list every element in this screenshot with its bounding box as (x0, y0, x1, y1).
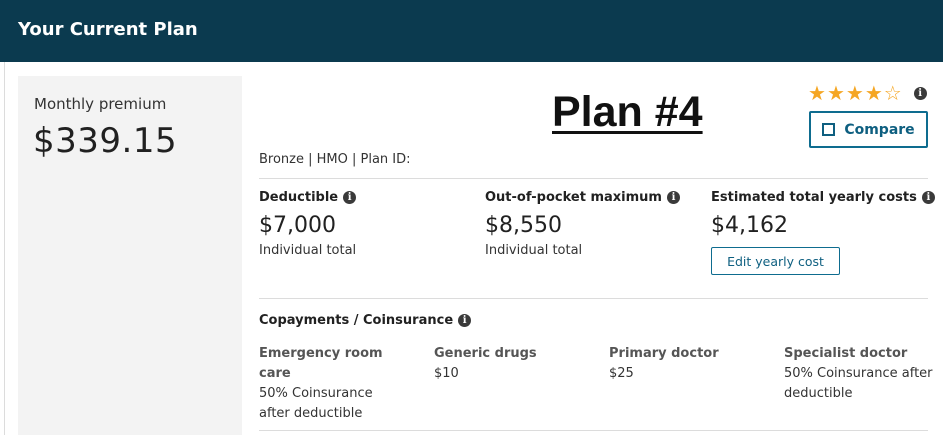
copay-value: 50% Coinsurance after deductible (259, 386, 373, 421)
copay-value: 50% Coinsurance after deductible (784, 366, 933, 401)
oop-max-value: $8,550 (485, 213, 562, 238)
plan-name[interactable]: Plan #4 (552, 88, 703, 137)
deductible-sub: Individual total (259, 243, 357, 258)
copay-heading: Copayments / Coinsurance i (259, 313, 472, 328)
yearly-cost-info-icon[interactable]: i (921, 191, 935, 204)
compare-button[interactable]: Compare (809, 111, 928, 148)
rating-info-icon[interactable]: i (913, 86, 927, 100)
star-filled-icon: ★ (864, 81, 883, 105)
copay-title: Primary doctor (609, 346, 719, 361)
divider (259, 430, 928, 431)
copay-item-generic-drugs: Generic drugs $10 (434, 344, 584, 384)
page-title: Your Current Plan (18, 19, 198, 40)
copay-item-primary-doctor: Primary doctor $25 (609, 344, 759, 384)
copay-item-specialist-doctor: Specialist doctor 50% Coinsurance after … (784, 344, 936, 404)
star-rating: ★ ★ ★ ★ ☆ i (808, 82, 927, 104)
yearly-cost-label: Estimated total yearly costs i (711, 190, 935, 205)
deductible-label: Deductible i (259, 190, 357, 205)
edit-yearly-cost-button[interactable]: Edit yearly cost (711, 247, 840, 275)
page-header: Your Current Plan (0, 0, 943, 62)
copay-title: Generic drugs (434, 346, 537, 361)
premium-panel: Monthly premium $339.15 (18, 76, 242, 435)
copay-value: $25 (609, 366, 634, 381)
yearly-cost-block: Estimated total yearly costs i $4,162 Ed… (711, 190, 935, 275)
premium-label: Monthly premium (34, 95, 167, 113)
copay-item-emergency: Emergency room care 50% Coinsurance afte… (259, 344, 407, 424)
divider (259, 178, 928, 179)
deductible-value: $7,000 (259, 213, 336, 238)
oop-max-block: Out-of-pocket maximum i $8,550 Individua… (485, 190, 680, 258)
star-empty-icon: ☆ (883, 81, 902, 105)
copay-title: Emergency room care (259, 346, 383, 381)
plan-meta: Bronze | HMO | Plan ID: (259, 152, 411, 167)
deductible-block: Deductible i $7,000 Individual total (259, 190, 356, 258)
oop-max-label: Out-of-pocket maximum i (485, 190, 680, 205)
copay-title: Specialist doctor (784, 346, 908, 361)
oop-max-sub: Individual total (485, 243, 583, 258)
star-filled-icon: ★ (845, 81, 864, 105)
oop-max-info-icon[interactable]: i (666, 191, 680, 204)
star-filled-icon: ★ (808, 81, 826, 105)
star-filled-icon: ★ (826, 81, 845, 105)
divider (259, 298, 928, 299)
compare-label: Compare (844, 121, 915, 138)
copay-info-icon[interactable]: i (458, 314, 472, 327)
copay-value: $10 (434, 366, 459, 381)
premium-value: $339.15 (33, 121, 178, 161)
yearly-cost-value: $4,162 (711, 213, 788, 238)
checkbox-icon[interactable] (822, 123, 836, 136)
deductible-info-icon[interactable]: i (343, 191, 357, 204)
